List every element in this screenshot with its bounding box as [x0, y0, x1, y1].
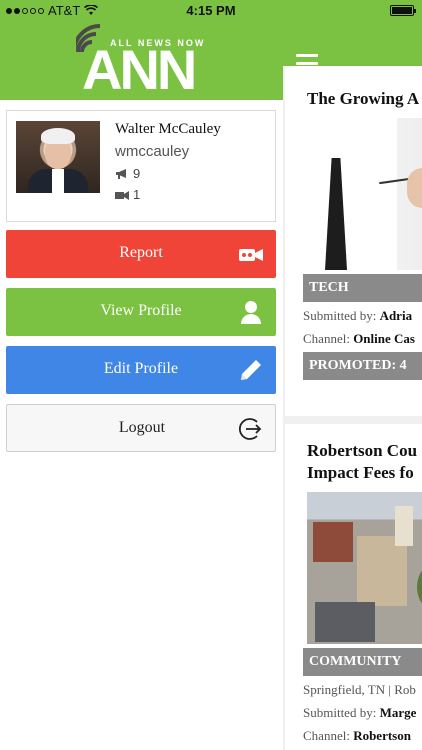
edit-profile-button[interactable]: Edit Profile [6, 346, 276, 394]
card-image[interactable] [307, 118, 422, 270]
user-icon [241, 301, 261, 324]
report-button-label: Report [119, 244, 163, 261]
submitted-by-user[interactable]: Marge [380, 705, 417, 720]
location-line: Springfield, TN | Rob [303, 682, 416, 697]
report-button[interactable]: Report [6, 230, 276, 278]
card-title[interactable]: The Growing A [307, 88, 419, 110]
profile-card: Walter McCauley wmccauley 9 1 [6, 110, 276, 222]
channel-line: Channel: Robertson [303, 728, 411, 744]
card-image[interactable] [307, 492, 422, 644]
ann-logo: ALL NEWS NOW ANN [74, 24, 214, 98]
channel-line: Channel: Online Cas [303, 331, 415, 347]
submitted-by-user[interactable]: Adria [380, 308, 413, 323]
side-menu: Walter McCauley wmccauley 9 1 Report Vie… [0, 100, 283, 750]
card-title-line-2[interactable]: Impact Fees fo [307, 462, 414, 484]
videos-stat: 1 [115, 187, 140, 202]
status-bar: AT&T 4:15 PM [0, 0, 422, 20]
view-profile-button[interactable]: View Profile [6, 288, 276, 336]
channel-label: Channel: [303, 728, 354, 743]
submitted-by-label: Submitted by: [303, 705, 380, 720]
submitted-by-label: Submitted by: [303, 308, 380, 323]
videos-count: 1 [133, 187, 141, 202]
category-tag: TECH [303, 274, 422, 302]
promoted-badge: PROMOTED: 4 [303, 352, 422, 380]
megaphone-icon [116, 168, 126, 179]
channel-label: Channel: [303, 331, 354, 346]
logout-button[interactable]: Logout [6, 404, 276, 452]
video-camera-icon [239, 249, 263, 261]
profile-username: wmccauley [115, 143, 190, 160]
submitted-by: Submitted by: Marge [303, 705, 416, 721]
channel-name[interactable]: Online Cas [353, 331, 415, 346]
avatar [16, 121, 100, 193]
battery-icon [390, 5, 416, 16]
logout-icon [238, 418, 262, 440]
reports-count: 9 [133, 166, 141, 181]
pencil-icon [241, 360, 261, 380]
submitted-by: Submitted by: Adria [303, 308, 412, 324]
card-title-line-1[interactable]: Robertson Cou [307, 440, 417, 462]
reports-stat: 9 [115, 166, 140, 181]
logo-wordmark: ANN [82, 38, 197, 101]
clock: 4:15 PM [186, 3, 236, 18]
news-card[interactable]: Robertson Cou Impact Fees fo COMMUNITY S… [285, 424, 422, 750]
channel-name[interactable]: Robertson [353, 728, 411, 743]
news-feed[interactable]: The Growing A TECH Submitted by: Adria C… [283, 66, 422, 750]
video-camera-icon [115, 190, 129, 200]
view-profile-button-label: View Profile [100, 302, 182, 319]
category-tag: COMMUNITY [303, 648, 422, 676]
edit-profile-button-label: Edit Profile [103, 360, 179, 377]
news-card[interactable]: The Growing A TECH Submitted by: Adria C… [285, 66, 422, 416]
profile-name: Walter McCauley [115, 121, 221, 137]
